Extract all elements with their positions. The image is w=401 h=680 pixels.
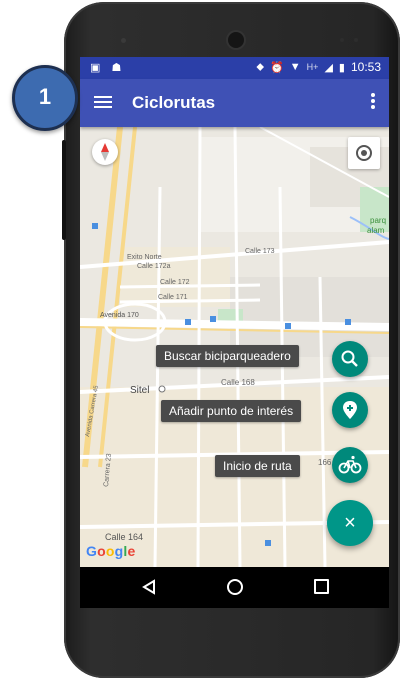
- compass-icon[interactable]: [92, 139, 118, 165]
- map-label-calle-168: Calle 168: [221, 378, 255, 387]
- phone-sensor: [121, 38, 126, 43]
- fab-label-inicio-ruta[interactable]: Inicio de ruta: [215, 455, 300, 477]
- recent-apps-icon[interactable]: [314, 579, 329, 594]
- wifi-icon: ▼: [289, 61, 301, 73]
- start-route-button[interactable]: [332, 447, 368, 483]
- step-callout: 1: [12, 65, 78, 131]
- map-label-calle-172: Calle 172: [160, 279, 190, 286]
- close-fab-button[interactable]: ×: [327, 500, 373, 546]
- map-label-avenida-170: Avenida 170: [100, 312, 139, 319]
- map-label-calle-171: Calle 171: [158, 294, 188, 301]
- hamburger-menu-icon[interactable]: [94, 93, 112, 113]
- bicycle-icon: [338, 455, 362, 474]
- map-label-166: 166: [318, 458, 332, 467]
- fab-label-punto-interes[interactable]: Añadir punto de interés: [161, 400, 302, 422]
- add-point-of-interest-button[interactable]: [332, 392, 368, 428]
- my-location-icon[interactable]: [348, 137, 380, 169]
- phone-screen: ▣ ☗ ⬥ ⏰ ▼ H+ ◢ ▮ 10:53 Ciclorutas Exito …: [80, 57, 389, 608]
- map-label-calle-173: Calle 173: [245, 248, 275, 255]
- status-notifications: ▣ ☗: [90, 61, 121, 74]
- network-type: H+: [306, 62, 319, 72]
- navigation-bar: [80, 567, 389, 608]
- location-icon: ⬥: [256, 60, 265, 73]
- map-label-calle-164: Calle 164: [105, 532, 143, 542]
- status-bar: ▣ ☗ ⬥ ⏰ ▼ H+ ◢ ▮ 10:53: [80, 57, 389, 79]
- map-label-calle-172a: Calle 172a: [137, 263, 171, 270]
- search-icon: [341, 350, 358, 367]
- app-bar: Ciclorutas: [80, 79, 389, 127]
- home-icon[interactable]: [227, 579, 243, 595]
- map-label-exito: Exito Norte: [127, 254, 162, 261]
- location-pin-icon: [343, 401, 357, 419]
- map-label-sitel: Sitel: [130, 385, 149, 396]
- google-logo: Google: [86, 543, 136, 559]
- phone-sensor: [340, 38, 344, 42]
- overflow-menu-icon[interactable]: [371, 93, 375, 111]
- status-right: ⬥ ⏰ ▼ H+ ◢ ▮ 10:53: [256, 60, 381, 74]
- app-title: Ciclorutas: [132, 93, 216, 112]
- fab-label-biciparqueadero[interactable]: Buscar biciparqueadero: [156, 345, 299, 367]
- phone-camera: [228, 32, 244, 48]
- battery-icon: ▮: [338, 61, 345, 74]
- map-label-park-1: parq: [370, 216, 386, 225]
- android-notification-icon: ☗: [111, 62, 122, 74]
- phone-sensor: [354, 38, 358, 42]
- back-icon[interactable]: [142, 579, 156, 595]
- search-biciparqueadero-button[interactable]: [332, 341, 368, 377]
- phone-side-button: [62, 140, 66, 240]
- status-time: 10:53: [350, 60, 381, 74]
- image-notification-icon: ▣: [90, 62, 101, 74]
- signal-icon: ◢: [324, 61, 333, 74]
- alarm-icon: ⏰: [270, 61, 284, 74]
- map-label-park-2: alam: [367, 226, 385, 235]
